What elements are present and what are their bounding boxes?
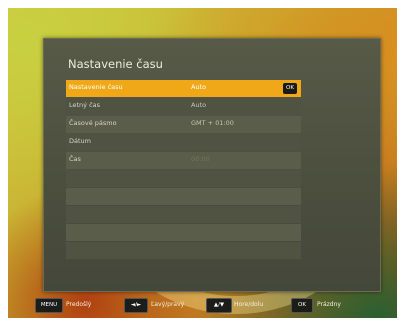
tv-screen: Nastavenie času Nastavenie času Auto OK … [8, 8, 397, 318]
ok-key[interactable]: OK [291, 298, 313, 313]
row-value: Auto [191, 101, 207, 109]
panel-title: Nastavenie času [68, 57, 163, 71]
time-settings-panel: Nastavenie času Nastavenie času Auto OK … [43, 38, 381, 292]
row-value: Auto [191, 83, 207, 91]
menu-key-label: Predošlý [66, 301, 92, 308]
row-label: Dátum [69, 137, 91, 145]
row-time[interactable]: Čas 00:00 [66, 152, 301, 169]
row-label: Nastavenie času [69, 83, 123, 91]
up-down-key-label: Hore/dolu [234, 301, 264, 308]
key-legend: MENU Predošlý ◄/► Ľavý/pravý ▲/▼ Hore/do… [8, 298, 397, 318]
empty-row [66, 170, 301, 187]
menu-key[interactable]: MENU [35, 298, 63, 313]
up-down-key[interactable]: ▲/▼ [206, 298, 232, 313]
left-right-key-label: Ľavý/pravý [151, 301, 185, 308]
row-label: Čas [69, 155, 81, 163]
ok-badge: OK [283, 83, 297, 94]
empty-row [66, 242, 301, 259]
row-value: 00:00 [191, 155, 210, 163]
row-time-setting[interactable]: Nastavenie času Auto OK [66, 80, 301, 97]
empty-row [66, 206, 301, 223]
settings-list: Nastavenie času Auto OK Letný čas Auto Č… [66, 80, 301, 260]
empty-row [66, 188, 301, 205]
row-timezone[interactable]: Časové pásmo GMT + 01:00 [66, 116, 301, 133]
empty-row [66, 224, 301, 241]
ok-key-label: Prázdny [317, 301, 341, 308]
row-summer-time[interactable]: Letný čas Auto [66, 98, 301, 115]
row-label: Letný čas [69, 101, 101, 109]
row-label: Časové pásmo [69, 119, 117, 127]
left-right-key[interactable]: ◄/► [124, 298, 148, 313]
row-value: GMT + 01:00 [191, 119, 234, 127]
row-date[interactable]: Dátum [66, 134, 301, 151]
